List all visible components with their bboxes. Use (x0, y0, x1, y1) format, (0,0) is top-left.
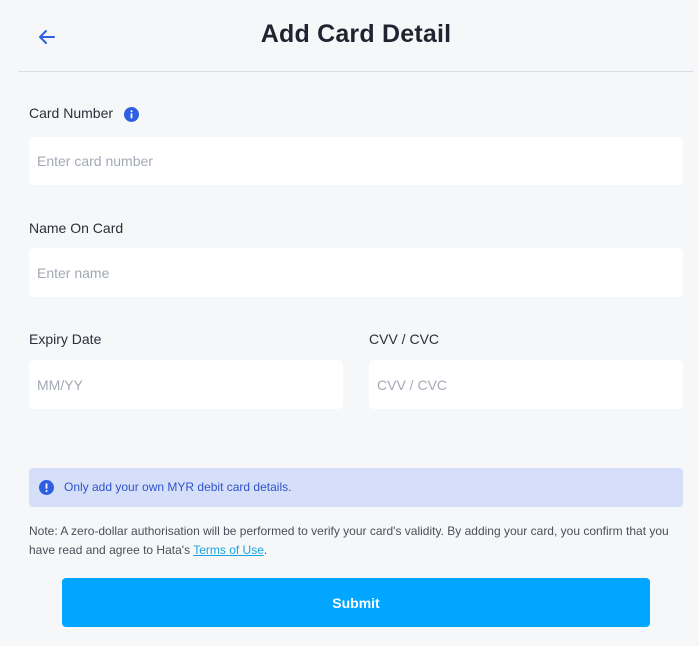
note-text: Note: A zero-dollar authorisation will b… (29, 524, 669, 557)
exclamation-icon (39, 480, 54, 495)
name-on-card-input[interactable] (29, 248, 683, 297)
submit-button[interactable]: Submit (62, 578, 650, 627)
authorisation-note: Note: A zero-dollar authorisation will b… (29, 522, 689, 560)
page-title: Add Card Detail (260, 20, 452, 48)
card-number-input[interactable] (29, 137, 683, 185)
notice-text: Only add your own MYR debit card details… (64, 480, 292, 494)
terms-of-use-link[interactable]: Terms of Use (193, 543, 264, 557)
expiry-date-input[interactable] (29, 360, 343, 409)
cvv-input[interactable] (369, 360, 683, 409)
cvv-label: CVV / CVC (369, 331, 440, 347)
note-end: . (263, 543, 268, 557)
card-number-label: Card Number (29, 105, 114, 121)
expiry-date-label: Expiry Date (29, 331, 102, 347)
name-on-card-label: Name On Card (29, 220, 124, 236)
header: Add Card Detail (0, 0, 699, 72)
info-icon[interactable] (124, 107, 139, 122)
header-divider (18, 71, 693, 72)
notice-banner: Only add your own MYR debit card details… (29, 468, 683, 507)
